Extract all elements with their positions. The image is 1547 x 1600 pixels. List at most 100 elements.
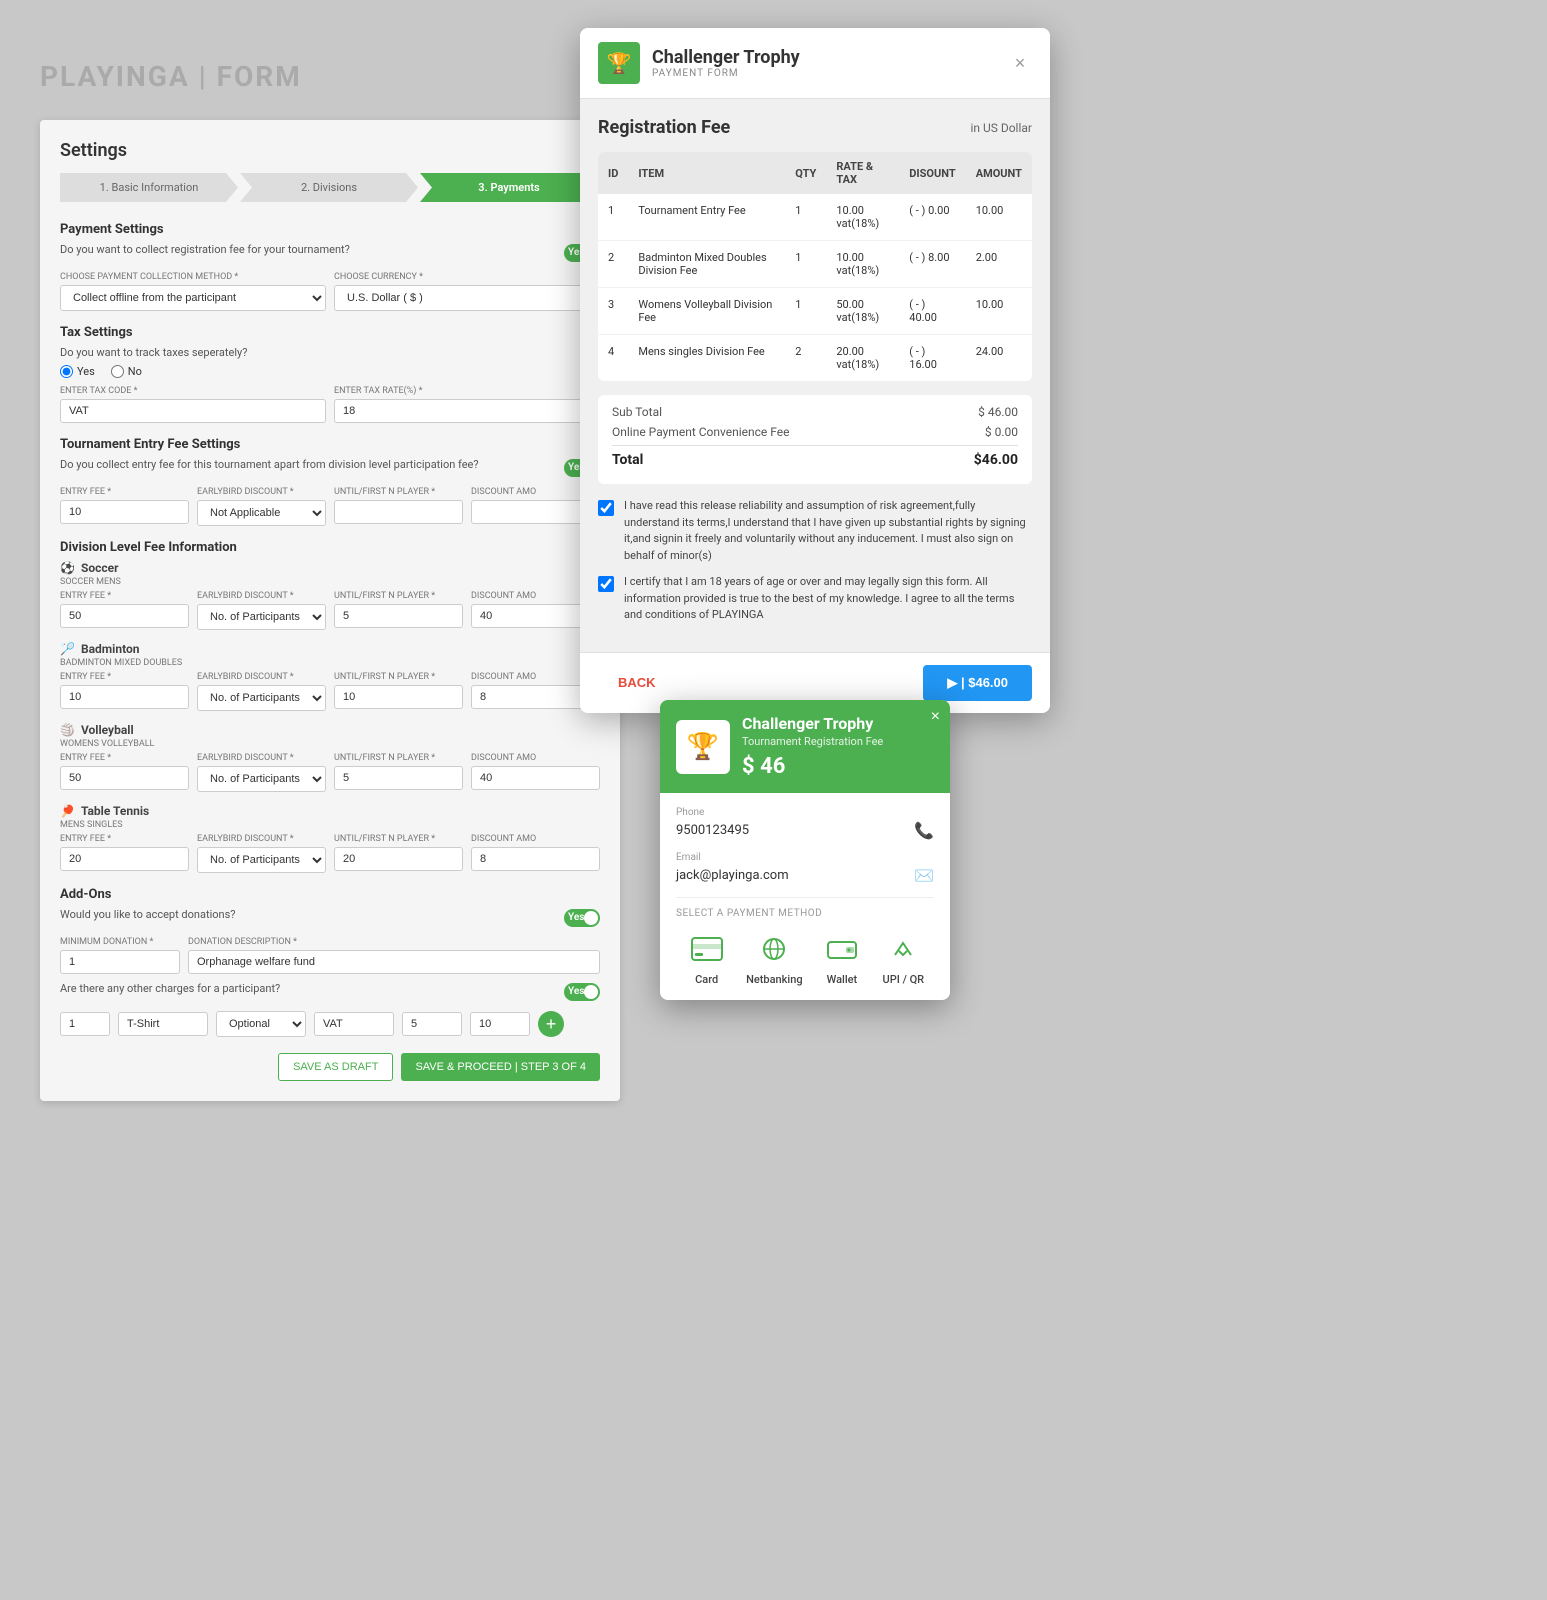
modal-subtitle: PAYMENT FORM <box>652 68 800 79</box>
sport-soccer: ⚽ Soccer SOCCER MENS ENTRY FEE * EARLYBI… <box>60 561 600 630</box>
charge-tax-input[interactable] <box>314 1012 394 1036</box>
row1-item: Tournament Entry Fee <box>628 194 785 241</box>
until-input[interactable] <box>334 500 463 524</box>
soccer-until[interactable] <box>334 604 463 628</box>
table-row: 1 Tournament Entry Fee 1 10.00 vat(18%) … <box>598 194 1032 241</box>
charge-name-input[interactable] <box>118 1012 208 1036</box>
payment-settings-heading: Payment Settings <box>60 222 600 237</box>
donation-desc-input[interactable] <box>188 950 600 974</box>
tax-rate-input[interactable] <box>334 399 600 423</box>
volleyball-entry-fee[interactable] <box>60 766 189 790</box>
add-charge-button[interactable]: + <box>538 1011 564 1037</box>
currency-select[interactable]: U.S. Dollar ( $ ) <box>334 285 600 311</box>
badminton-icon: 🏸 <box>60 642 75 656</box>
step-1[interactable]: 1. Basic Information <box>60 173 238 202</box>
charge-optional-select[interactable]: Optional <box>216 1011 306 1037</box>
subtotal-value: $ 46.00 <box>978 405 1018 419</box>
step-2[interactable]: 2. Divisions <box>240 173 418 202</box>
tabletennis-discount[interactable] <box>471 847 600 871</box>
sport-soccer-title: ⚽ Soccer <box>60 561 600 575</box>
row1-rate: 10.00 vat(18%) <box>826 194 899 241</box>
tax-code-input[interactable] <box>60 399 326 423</box>
soccer-earlybird[interactable]: No. of Participants <box>197 604 326 630</box>
donations-toggle[interactable]: Yes <box>564 909 600 927</box>
agreement-2-checkbox[interactable] <box>598 576 614 592</box>
division-fee-heading: Division Level Fee Information <box>60 540 600 555</box>
reg-fee-header: Registration Fee in US Dollar <box>598 117 1032 138</box>
card-method-label: Card <box>695 973 718 986</box>
steps-bar: 1. Basic Information 2. Divisions 3. Pay… <box>60 173 600 202</box>
table-row: 4 Mens singles Division Fee 2 20.00 vat(… <box>598 335 1032 382</box>
payment-modal: 🏆 Challenger Trophy PAYMENT FORM × Regis… <box>580 28 1050 713</box>
tax-no-radio[interactable]: No <box>111 365 142 378</box>
sport-tabletennis: 🏓 Table Tennis MENS SINGLES ENTRY FEE * … <box>60 804 600 873</box>
agreement-1-checkbox[interactable] <box>598 500 614 516</box>
total-row: Total $46.00 <box>612 445 1018 468</box>
soccer-entry-fee[interactable] <box>60 604 189 628</box>
netbanking-method[interactable]: Netbanking <box>746 931 803 986</box>
wallet-method-label: Wallet <box>827 973 858 986</box>
until-label: UNTIL/FIRST N PLAYER * <box>334 487 463 497</box>
settings-panel: Settings 1. Basic Information 2. Divisio… <box>40 120 620 1101</box>
card-method[interactable]: Card <box>685 931 729 986</box>
donation-desc-label: DONATION DESCRIPTION * <box>188 937 600 947</box>
upi-method-label: UPI / QR <box>883 973 925 986</box>
tax-yes-radio[interactable]: Yes <box>60 365 95 378</box>
min-donation-input[interactable] <box>60 950 180 974</box>
reg-fee-title: Registration Fee <box>598 117 730 138</box>
pay-button[interactable]: ▶ | $46.00 <box>923 665 1032 701</box>
collection-method-select[interactable]: Collect offline from the participant <box>60 285 326 311</box>
charge-qty-input[interactable] <box>60 1012 110 1036</box>
badminton-earlybird[interactable]: No. of Participants <box>197 685 326 711</box>
soccer-division-label: SOCCER MENS <box>60 577 600 587</box>
donations-question: Would you like to accept donations? <box>60 908 235 921</box>
volleyball-until[interactable] <box>334 766 463 790</box>
min-donation-label: MINIMUM DONATION * <box>60 937 180 947</box>
badminton-until[interactable] <box>334 685 463 709</box>
modal-body: Registration Fee in US Dollar ID ITEM QT… <box>580 99 1050 652</box>
rzp-logo-row: 🏆 Challenger Trophy Tournament Registrat… <box>676 714 934 779</box>
rzp-payment-methods: Card Netbanking <box>676 931 934 986</box>
tabletennis-icon: 🏓 <box>60 804 75 818</box>
tabletennis-entry-fee[interactable] <box>60 847 189 871</box>
col-id: ID <box>598 152 628 194</box>
rzp-header: × 🏆 Challenger Trophy Tournament Registr… <box>660 700 950 793</box>
charge-amount-input[interactable] <box>402 1012 462 1036</box>
volleyball-discount[interactable] <box>471 766 600 790</box>
back-button[interactable]: BACK <box>598 667 676 698</box>
rzp-name: Challenger Trophy <box>742 714 883 733</box>
row2-id: 2 <box>598 241 628 288</box>
sport-tabletennis-title: 🏓 Table Tennis <box>60 804 600 818</box>
volleyball-earlybird[interactable]: No. of Participants <box>197 766 326 792</box>
rzp-logo-box: 🏆 <box>676 720 730 774</box>
row3-discount: ( - ) 40.00 <box>899 288 965 335</box>
modal-header-left: 🏆 Challenger Trophy PAYMENT FORM <box>598 42 800 84</box>
rzp-body: Phone 9500123495 📞 Email jack@playinga.c… <box>660 793 950 1000</box>
proceed-button[interactable]: SAVE & PROCEED | STEP 3 OF 4 <box>401 1053 600 1081</box>
modal-header: 🏆 Challenger Trophy PAYMENT FORM × <box>580 28 1050 99</box>
charge-total-input[interactable] <box>470 1012 530 1036</box>
entry-fee-input[interactable] <box>60 500 189 524</box>
table-row: 2 Badminton Mixed Doubles Division Fee 1… <box>598 241 1032 288</box>
earlybird-select[interactable]: Not Applicable <box>197 500 326 526</box>
tabletennis-until[interactable] <box>334 847 463 871</box>
wallet-method[interactable]: Wallet <box>820 931 864 986</box>
badminton-division-label: BADMINTON MIXED DOUBLES <box>60 658 600 668</box>
save-draft-button[interactable]: SAVE AS DRAFT <box>278 1053 393 1081</box>
agreement-2-text: I certify that I am 18 years of age or o… <box>624 574 1032 624</box>
netbanking-icon <box>752 931 796 967</box>
step-3[interactable]: 3. Payments <box>420 173 598 202</box>
row2-item: Badminton Mixed Doubles Division Fee <box>628 241 785 288</box>
row4-id: 4 <box>598 335 628 382</box>
card-icon <box>685 931 729 967</box>
other-charges-toggle[interactable]: Yes <box>564 983 600 1001</box>
tabletennis-earlybird[interactable]: No. of Participants <box>197 847 326 873</box>
badminton-entry-fee[interactable] <box>60 685 189 709</box>
row4-item: Mens singles Division Fee <box>628 335 785 382</box>
volleyball-division-label: WOMENS VOLLEYBALL <box>60 739 600 749</box>
sport-volleyball-title: 🏐 Volleyball <box>60 723 600 737</box>
modal-close-button[interactable]: × <box>1008 51 1032 75</box>
rzp-close-button[interactable]: × <box>931 708 940 726</box>
upi-method[interactable]: UPI / QR <box>881 931 925 986</box>
tabletennis-division-label: MENS SINGLES <box>60 820 600 830</box>
